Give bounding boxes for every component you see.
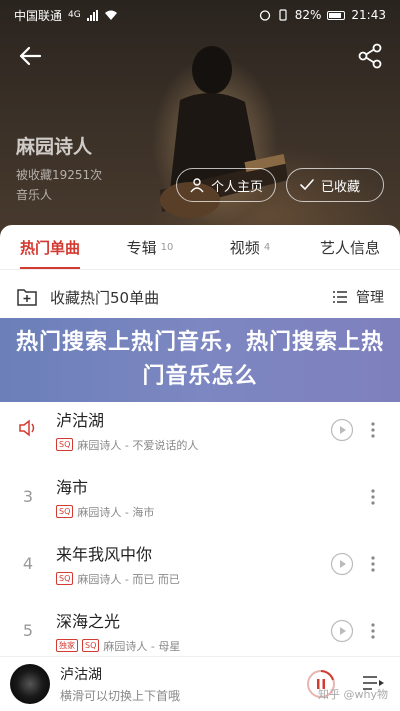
song-index: 5 [22, 621, 34, 640]
battery-icon [327, 10, 346, 20]
list-icon [333, 291, 347, 303]
tab-label: 视频 [229, 239, 260, 257]
more-options-icon[interactable] [368, 485, 378, 509]
more-options-icon[interactable] [368, 418, 378, 442]
tab-label: 艺人信息 [319, 239, 380, 257]
sq-badge: SQ [56, 572, 74, 585]
signal-icon [86, 9, 98, 21]
song-row[interactable]: 3 海市 SQ 麻园诗人 - 海市 [0, 463, 400, 530]
play-video-icon[interactable] [330, 552, 354, 576]
share-icon[interactable] [354, 40, 386, 72]
carrier-label: 中国联通 [14, 8, 63, 23]
wifi-icon [104, 10, 117, 20]
person-icon [190, 178, 204, 193]
banner-title: 热门搜索上热门音乐，热门搜索上热门音乐怎么 [15, 330, 384, 389]
check-icon [300, 179, 314, 191]
vibrate-icon [279, 9, 287, 21]
sq-badge: SQ [56, 438, 74, 451]
song-index: 4 [22, 554, 34, 573]
artist-header: 中国联通 4G 82% 21:43 麻园诗人 被收藏19251次 音乐人 个人主… [0, 0, 400, 260]
alarm-icon [259, 10, 270, 21]
song-list: 泸沽湖 SQ 麻园诗人 - 不爱说话的人 3 海市 SQ 麻园诗人 - 海市 4… [0, 396, 400, 664]
exclusive-badge: 独家 [56, 639, 78, 652]
sq-badge: SQ [56, 505, 74, 518]
sq-badge: SQ [82, 639, 100, 652]
song-row[interactable]: 4 来年我风中你 SQ 麻园诗人 - 而已 而已 [0, 530, 400, 597]
favorite-count: 被收藏19251次 [16, 168, 103, 182]
song-meta: 麻园诗人 - 不爱说话的人 [77, 438, 199, 452]
manage-button[interactable]: 管理 [332, 287, 384, 307]
more-options-icon[interactable] [368, 619, 378, 643]
player-hint: 横滑可以切换上下首哦 [60, 689, 181, 703]
collect-all-label: 收藏热门50单曲 [50, 288, 160, 307]
song-row[interactable]: 5 深海之光 独家 SQ 麻园诗人 - 母星 [0, 597, 400, 664]
song-title: 海市 [56, 477, 89, 497]
network-label: 4G [68, 10, 81, 20]
tab-videos[interactable]: 视频 4 [200, 226, 300, 269]
article-title-banner: 热门搜索上热门音乐，热门搜索上热门音乐怎么 [0, 318, 400, 402]
play-video-icon[interactable] [330, 619, 354, 643]
more-options-icon[interactable] [368, 552, 378, 576]
tab-bar: 热门单曲 专辑 10 视频 4 艺人信息 [0, 226, 400, 270]
collect-all-row[interactable]: 收藏热门50单曲 管理 [0, 280, 400, 314]
mini-player[interactable]: 泸沽湖 横滑可以切换上下首哦 [0, 656, 400, 711]
tab-count: 10 [160, 242, 174, 253]
song-meta: 麻园诗人 - 母星 [103, 639, 181, 653]
artist-name: 麻园诗人 [16, 136, 93, 158]
back-arrow-icon[interactable] [14, 40, 46, 72]
song-meta: 麻园诗人 - 海市 [77, 505, 155, 519]
tab-count: 4 [263, 242, 271, 253]
tab-hot-songs[interactable]: 热门单曲 [0, 226, 100, 269]
song-meta: 麻园诗人 - 而已 而已 [77, 572, 180, 586]
tab-label: 专辑 [126, 239, 157, 257]
now-playing-speaker-icon [19, 418, 35, 437]
song-row[interactable]: 泸沽湖 SQ 麻园诗人 - 不爱说话的人 [0, 396, 400, 463]
clock: 21:43 [351, 8, 386, 22]
status-bar: 中国联通 4G 82% 21:43 [0, 0, 400, 30]
battery-percent: 82% [294, 8, 322, 22]
favorited-button[interactable]: 已收藏 [286, 168, 384, 202]
album-cover[interactable] [10, 664, 50, 704]
favorited-button-label: 已收藏 [321, 179, 361, 195]
song-index: 3 [22, 487, 34, 506]
profile-button-label: 个人主页 [211, 179, 264, 195]
tab-label: 热门单曲 [19, 239, 80, 257]
tab-artist-info[interactable]: 艺人信息 [300, 226, 400, 269]
profile-button[interactable]: 个人主页 [176, 168, 276, 202]
watermark: 知乎 @why物 [318, 688, 388, 701]
add-folder-icon [17, 289, 37, 306]
manage-label: 管理 [356, 290, 384, 306]
artist-type: 音乐人 [16, 188, 53, 202]
tab-albums[interactable]: 专辑 10 [100, 226, 200, 269]
player-song-title: 泸沽湖 [60, 667, 102, 683]
play-video-icon[interactable] [330, 418, 354, 442]
